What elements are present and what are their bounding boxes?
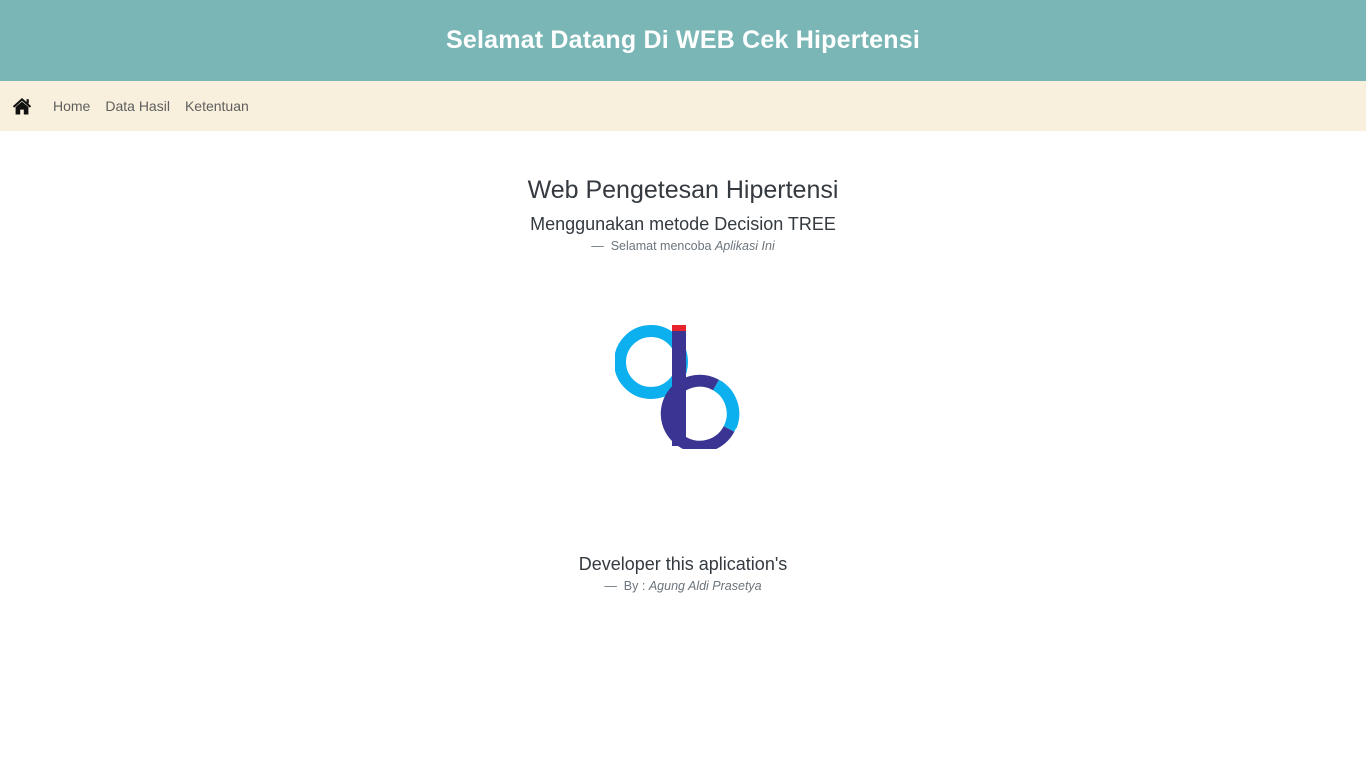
main-title: Web Pengetesan Hipertensi <box>527 176 839 204</box>
home-icon[interactable] <box>11 95 33 117</box>
quote-italic: Aplikasi Ini <box>714 239 775 253</box>
nav-link-home[interactable]: Home <box>53 98 90 114</box>
page-header-title: Selamat Datang Di WEB Cek Hipertensi <box>446 26 920 54</box>
developer-title: Developer this aplication's <box>578 554 788 574</box>
nav-link-ketentuan[interactable]: Ketentuan <box>185 98 249 114</box>
top-banner: Selamat Datang Di WEB Cek Hipertensi <box>0 0 1366 81</box>
nav-link-data-hasil[interactable]: Data Hasil <box>105 98 170 114</box>
main-content: Web Pengetesan Hipertensi Menggunakan me… <box>0 176 1366 593</box>
navbar: Home Data Hasil Ketentuan <box>0 81 1366 131</box>
quote-dash: — <box>591 239 604 253</box>
blockquote-footer: — Selamat mencoba Aplikasi Ini <box>0 239 1366 253</box>
developer-footer: — By : Agung Aldi Prasetya <box>0 579 1366 593</box>
logo-container <box>0 325 1366 449</box>
developer-name: Agung Aldi Prasetya <box>648 579 762 593</box>
developer-prefix: By : <box>623 579 646 593</box>
quote-text: Selamat mencoba <box>610 239 712 253</box>
developer-dash: — <box>604 579 617 593</box>
ab-logo <box>615 325 740 449</box>
main-subtitle: Menggunakan metode Decision TREE <box>530 214 836 234</box>
